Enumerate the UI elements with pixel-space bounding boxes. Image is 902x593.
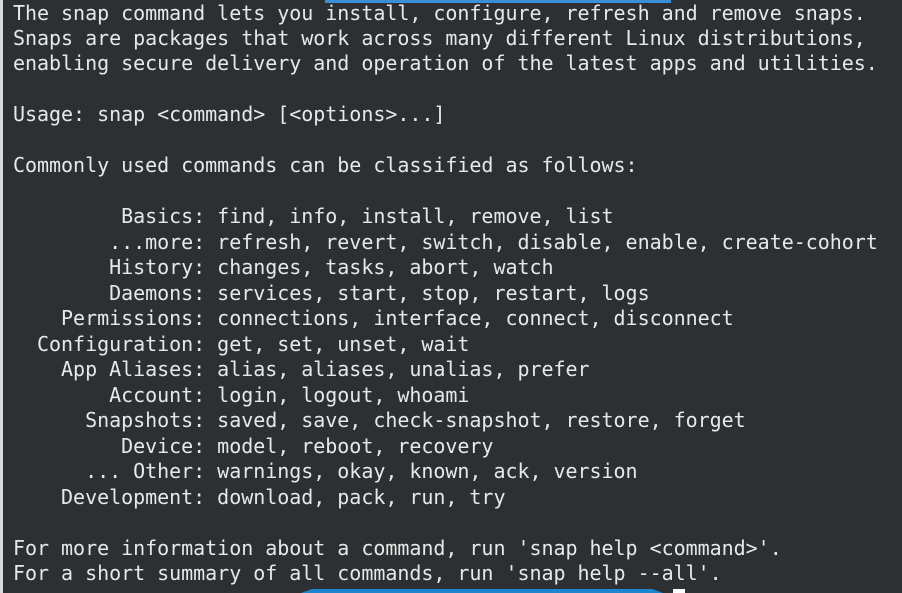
terminal-line: Snapshots: saved, save, check-snapshot, …	[13, 408, 746, 432]
terminal-cursor	[673, 589, 685, 593]
terminal-line: Development: download, pack, run, try	[13, 485, 506, 509]
terminal-line: Commonly used commands can be classified…	[13, 153, 638, 177]
terminal-line: For a short summary of all commands, run…	[13, 561, 722, 585]
terminal-line: The snap command lets you install, confi…	[13, 1, 866, 25]
terminal-line: Configuration: get, set, unset, wait	[13, 332, 470, 356]
terminal-line: Permissions: connections, interface, con…	[13, 306, 734, 330]
terminal-line: Device: model, reboot, recovery	[13, 434, 494, 458]
terminal-line: For more information about a command, ru…	[13, 536, 782, 560]
terminal-line: enabling secure delivery and operation o…	[13, 51, 878, 75]
terminal-line: Snaps are packages that work across many…	[13, 26, 866, 50]
terminal-line: Basics: find, info, install, remove, lis…	[13, 204, 614, 228]
terminal-line: Daemons: services, start, stop, restart,…	[13, 281, 650, 305]
terminal-line: History: changes, tasks, abort, watch	[13, 255, 554, 279]
terminal-line: Account: login, logout, whoami	[13, 383, 470, 407]
terminal-window[interactable]: The snap command lets you install, confi…	[0, 0, 902, 593]
terminal-line: ...more: refresh, revert, switch, disabl…	[13, 230, 878, 254]
window-bottom-accent	[301, 589, 663, 593]
terminal-line: Usage: snap <command> [<options>...]	[13, 102, 446, 126]
terminal-line: App Aliases: alias, aliases, unalias, pr…	[13, 357, 590, 381]
terminal-line: ... Other: warnings, okay, known, ack, v…	[13, 459, 638, 483]
